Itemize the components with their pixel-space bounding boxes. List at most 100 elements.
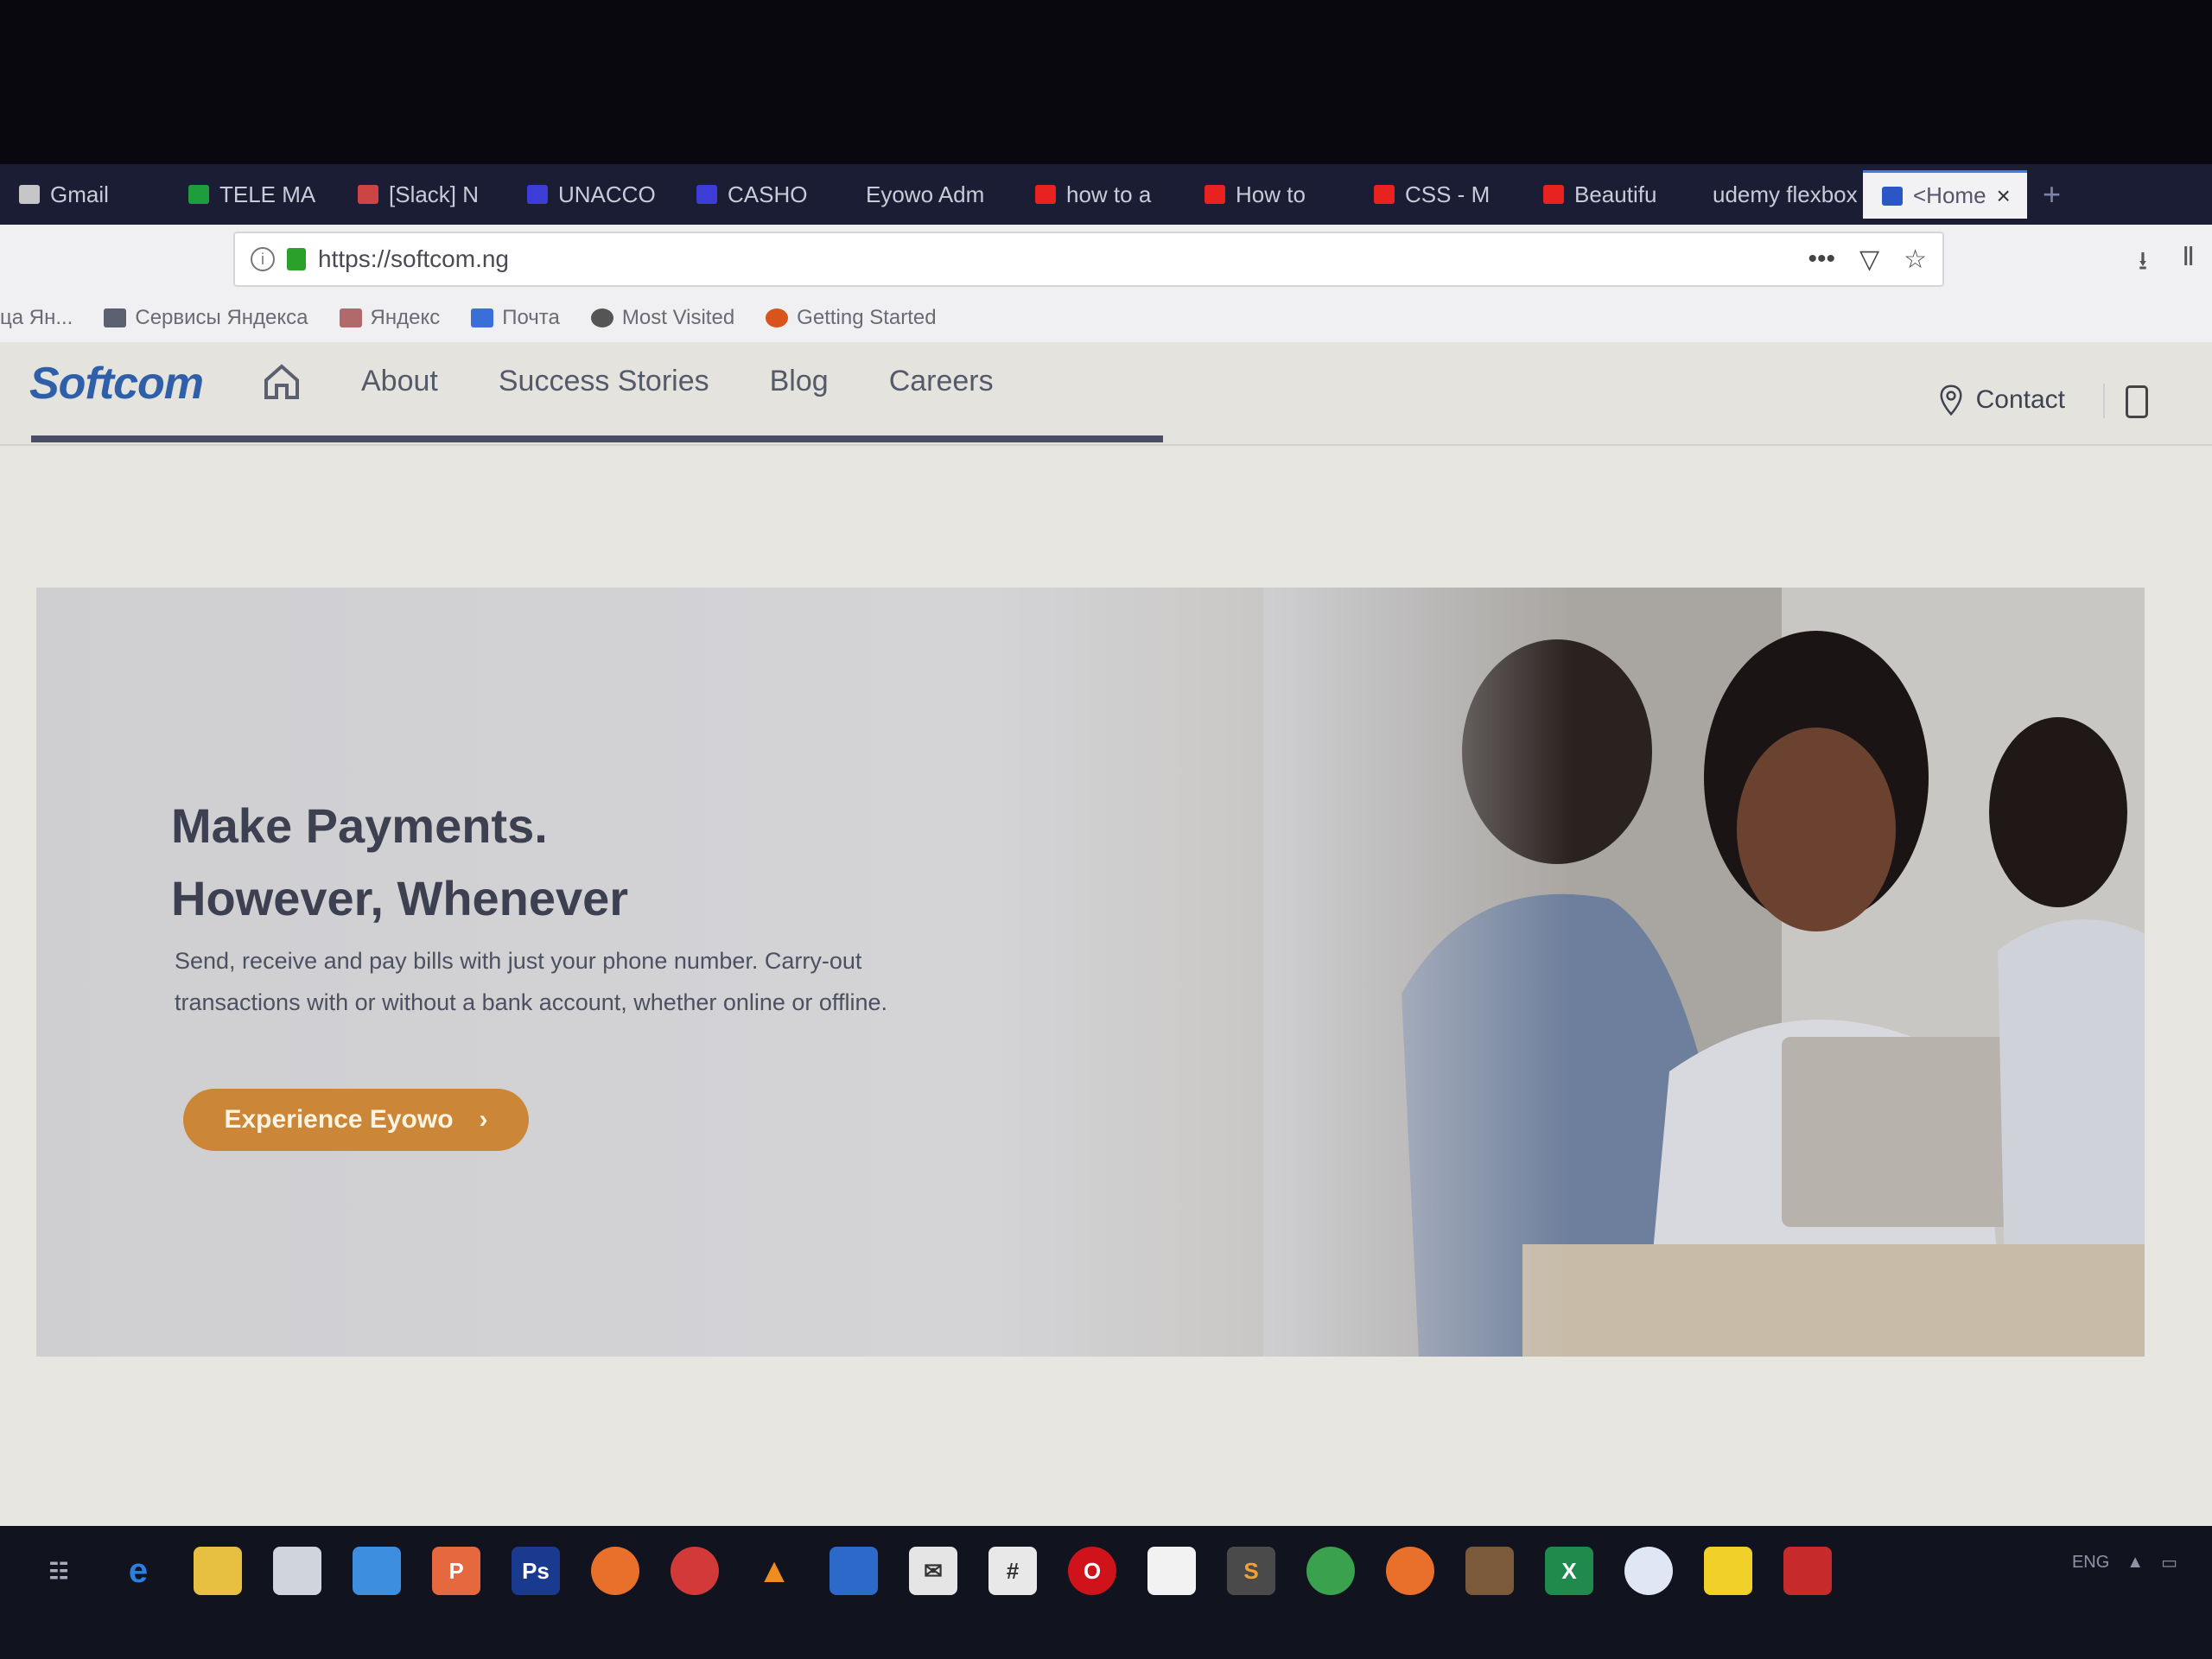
swirl-app-icon[interactable] [1465, 1547, 1514, 1595]
taskbar-apps: ☷ e P Ps ▲ ✉ # O S X [35, 1547, 1832, 1595]
mailbird-icon[interactable] [353, 1547, 401, 1595]
mail-icon [471, 308, 494, 327]
nav-careers[interactable]: Careers [889, 365, 994, 398]
divider [2103, 384, 2105, 418]
edge-icon[interactable]: e [114, 1547, 162, 1595]
sublime-icon[interactable]: S [1227, 1547, 1275, 1595]
monitor-bezel [0, 0, 2212, 164]
bookmark-item[interactable]: ца Ян... [0, 306, 73, 330]
chevron-right-icon: › [479, 1105, 488, 1134]
firefox-icon [766, 308, 789, 327]
info-icon[interactable]: i [251, 247, 275, 271]
bookmark-item[interactable]: Сервисы Яндекса [104, 306, 308, 330]
bookmark-item[interactable]: Getting Started [766, 306, 937, 330]
tab-strip: Gmail TELE MA [Slack] N UNACCO CASHO Eyo… [0, 164, 2212, 225]
phone-icon[interactable] [2126, 385, 2148, 418]
star-icon[interactable]: ☆ [1904, 245, 1927, 275]
location-pin-icon [1940, 385, 1962, 416]
url-text[interactable]: https://softcom.ng [318, 245, 509, 273]
tab-active[interactable]: <Home × [1863, 170, 2027, 219]
nav-about[interactable]: About [361, 365, 438, 398]
bookmarks-bar: ца Ян... Сервисы Яндекса Яндекс Почта Mo… [0, 294, 2212, 342]
yandex-icon [339, 308, 362, 327]
vlc-icon[interactable]: ▲ [750, 1547, 798, 1595]
tab[interactable]: UNACCO [508, 170, 677, 219]
battery-icon[interactable]: ▭ [2161, 1552, 2177, 1573]
tab[interactable]: Eyowo Adm [847, 170, 1016, 219]
doc-icon [696, 185, 717, 204]
toolbar-icons: ⭳ Ⅱ [2139, 242, 2195, 286]
pocket-icon[interactable]: ▽ [1859, 245, 1879, 275]
softcom-logo[interactable]: Softcom [29, 358, 204, 410]
network-icon[interactable]: ▲ [2126, 1553, 2144, 1573]
calculator-icon[interactable] [830, 1547, 878, 1595]
sheets-icon [188, 185, 209, 204]
youtube-icon [1035, 185, 1056, 204]
tab[interactable]: how to a [1016, 170, 1185, 219]
page-icon [1882, 186, 1903, 206]
notepad-icon[interactable] [1147, 1547, 1196, 1595]
mail-icon [358, 185, 378, 204]
bookmark-item[interactable]: Most Visited [590, 306, 734, 330]
firefox-icon[interactable] [591, 1547, 639, 1595]
youtube-icon [1205, 185, 1225, 204]
bookmark-item[interactable]: Яндекс [339, 306, 440, 330]
excel-icon[interactable]: X [1545, 1547, 1593, 1595]
hero-description: Send, receive and pay bills with just yo… [175, 948, 887, 1015]
hero-photo [1263, 588, 2145, 1357]
hero-title-line2: However, Whenever [171, 871, 629, 925]
sticky-notes-icon[interactable] [1704, 1547, 1752, 1595]
opera-icon[interactable]: O [1068, 1547, 1116, 1595]
tab[interactable]: TELE MA [169, 170, 339, 219]
address-bar[interactable]: i https://softcom.ng ••• ▽ ☆ [233, 232, 1944, 287]
doc-icon [527, 185, 548, 204]
system-tray: ENG ▲ ▭ [2072, 1552, 2177, 1573]
folder-icon [104, 308, 127, 327]
tab[interactable]: CSS - M [1355, 170, 1524, 219]
nav-blog[interactable]: Blog [770, 365, 829, 398]
store-icon[interactable] [273, 1547, 321, 1595]
tab[interactable]: [Slack] N [339, 170, 508, 219]
taskbar: ☷ e P Ps ▲ ✉ # O S X ENG ▲ ▭ [0, 1526, 2212, 1659]
download-icon[interactable]: ⭳ [2139, 242, 2148, 286]
home-icon[interactable] [261, 361, 302, 403]
task-view-icon[interactable]: ☷ [35, 1547, 83, 1595]
url-actions: ••• ▽ ☆ [1808, 245, 1928, 275]
library-icon[interactable]: Ⅱ [2182, 242, 2195, 286]
gmail-icon [19, 185, 40, 204]
hero-title-line1: Make Payments. [171, 798, 548, 853]
app-red-2-icon[interactable] [1783, 1547, 1832, 1595]
close-icon[interactable]: × [1997, 182, 2011, 210]
contact-link[interactable]: Contact [1938, 384, 2065, 416]
tab[interactable]: CASHO [677, 170, 847, 219]
main-menu: About Success Stories Blog Careers [361, 365, 994, 398]
tab[interactable]: udemy flexbox [1694, 170, 1863, 219]
slack-icon[interactable]: # [988, 1547, 1037, 1595]
tab[interactable]: How to [1185, 170, 1355, 219]
nav-success-stories[interactable]: Success Stories [499, 365, 709, 398]
mail-icon[interactable]: ✉ [909, 1547, 957, 1595]
tab[interactable]: Gmail [0, 170, 169, 219]
more-icon[interactable]: ••• [1808, 245, 1836, 275]
new-tab-button[interactable]: + [2027, 176, 2076, 213]
experience-eyowo-button[interactable]: Experience Eyowo › [183, 1089, 529, 1151]
photoshop-icon[interactable]: Ps [512, 1547, 560, 1595]
file-explorer-icon[interactable] [194, 1547, 242, 1595]
powerpoint-icon[interactable]: P [432, 1547, 480, 1595]
firefox-icon-2[interactable] [1386, 1547, 1434, 1595]
gear-icon [590, 308, 613, 327]
hero-banner: Make Payments. However, Whenever Send, r… [36, 588, 2145, 1357]
youtube-icon [1374, 185, 1395, 204]
lock-icon [287, 248, 306, 270]
navigation-bar: i https://softcom.ng ••• ▽ ☆ ⭳ Ⅱ [0, 225, 2212, 294]
skype-icon[interactable] [1624, 1547, 1673, 1595]
web-page: Softcom About Success Stories Blog Caree… [0, 342, 2212, 1526]
app-red-icon[interactable] [671, 1547, 719, 1595]
hero-title: Make Payments. However, Whenever [171, 790, 628, 935]
header-underline [31, 435, 1163, 442]
bookmark-item[interactable]: Почта [471, 306, 560, 330]
chrome-icon[interactable] [1306, 1547, 1355, 1595]
language-indicator[interactable]: ENG [2072, 1553, 2109, 1573]
tab[interactable]: Beautifu [1524, 170, 1694, 219]
youtube-icon [1543, 185, 1564, 204]
